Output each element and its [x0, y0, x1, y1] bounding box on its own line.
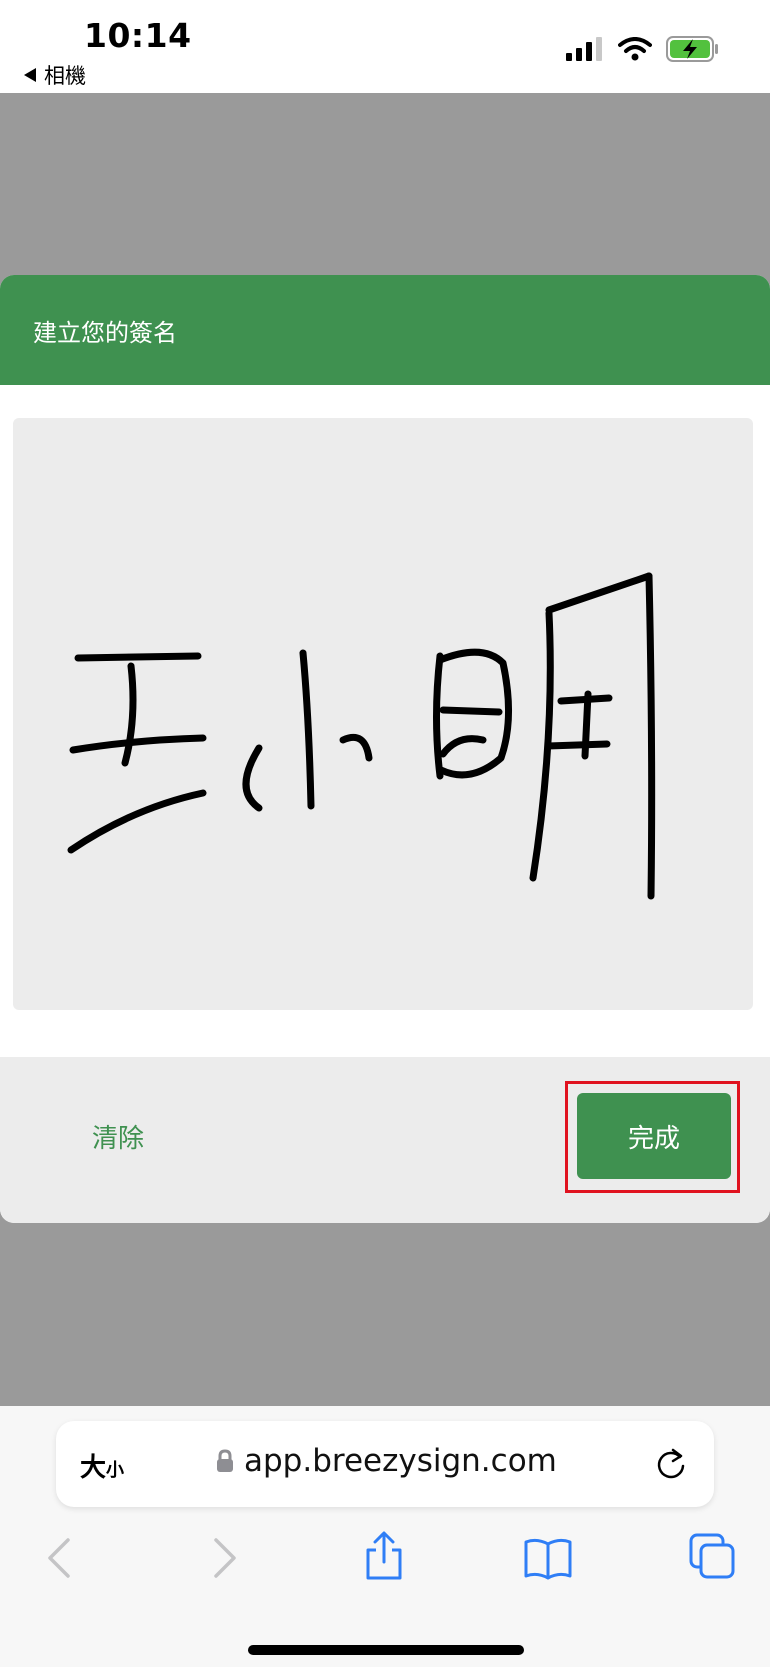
battery-charging-icon [666, 36, 718, 62]
home-indicator [248, 1645, 524, 1655]
signature-dialog: 建立您的簽名 清除 完成 [0, 275, 770, 1223]
signal-icon [566, 37, 602, 61]
wifi-icon [618, 37, 652, 61]
bookmarks-icon[interactable] [523, 1536, 573, 1580]
reload-icon[interactable] [654, 1447, 688, 1481]
browser-bar: 大小 app.breezysign.com [0, 1406, 770, 1667]
lock-icon [217, 1449, 233, 1472]
clear-button[interactable]: 清除 [78, 1115, 158, 1159]
text-size-small-label: 小 [106, 1460, 125, 1481]
dialog-footer: 清除 完成 [0, 1057, 770, 1223]
back-icon[interactable] [44, 1536, 74, 1580]
status-time: 10:14 [84, 16, 192, 55]
status-bar: 10:14 相機 [0, 0, 770, 93]
tabs-icon[interactable] [688, 1532, 736, 1580]
back-label: 相機 [44, 64, 86, 88]
back-triangle-icon [24, 68, 36, 82]
back-to-camera-link[interactable]: 相機 [24, 60, 86, 90]
handwritten-signature [67, 572, 656, 900]
share-icon[interactable] [362, 1530, 406, 1582]
dialog-header: 建立您的簽名 [0, 275, 770, 385]
status-icons [566, 36, 720, 62]
url-group[interactable]: app.breezysign.com [216, 1443, 557, 1479]
address-bar[interactable]: 大小 app.breezysign.com [56, 1421, 714, 1507]
text-size-button[interactable]: 大小 [80, 1447, 124, 1484]
forward-icon[interactable] [210, 1536, 240, 1580]
done-button[interactable]: 完成 [577, 1093, 731, 1179]
text-size-big-label: 大 [80, 1453, 107, 1483]
url-text: app.breezysign.com [244, 1443, 557, 1479]
dialog-title: 建立您的簽名 [33, 319, 177, 347]
signature-pad[interactable] [13, 418, 753, 1010]
